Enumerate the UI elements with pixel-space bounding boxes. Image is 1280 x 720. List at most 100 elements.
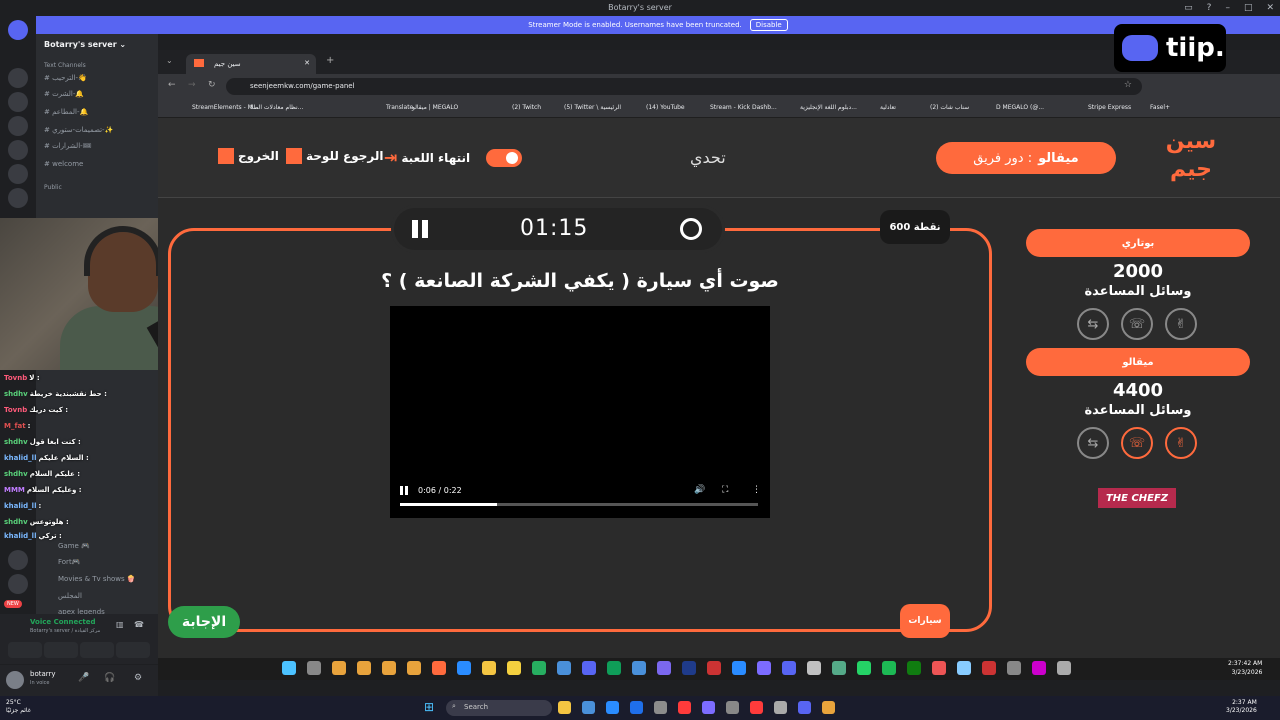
taskbar-app-icon[interactable] <box>382 661 396 675</box>
taskbar-app-icon[interactable] <box>757 661 771 675</box>
camera-button[interactable] <box>8 642 42 658</box>
pause-icon[interactable] <box>412 220 430 238</box>
bookmark-item[interactable]: Stream - Kick Dashb... <box>710 104 777 111</box>
taskbar-app-icon[interactable] <box>932 661 946 675</box>
taskbar-app-icon[interactable] <box>582 661 596 675</box>
close-button[interactable]: ✕ <box>1266 0 1274 16</box>
taskbar-app-icon[interactable] <box>832 661 846 675</box>
channel-item[interactable]: # المطاعم-🔔 <box>44 108 88 116</box>
public-label[interactable]: Public <box>44 184 62 191</box>
server-icon[interactable] <box>8 140 28 160</box>
taskbar-app-icon[interactable] <box>726 701 739 714</box>
channel-item[interactable]: # تصميمات-ستوري-✨ <box>44 126 113 134</box>
swap-icon[interactable]: ⇆ <box>1077 308 1109 340</box>
server-icon[interactable] <box>8 550 28 570</box>
taskbar-app-icon[interactable] <box>1032 661 1046 675</box>
bookmark-item[interactable]: (2) Twitch <box>512 104 541 111</box>
taskbar-app-icon[interactable] <box>432 661 446 675</box>
taskbar-app-icon[interactable] <box>1007 661 1021 675</box>
noise-suppression-icon[interactable]: ▥ <box>116 620 124 629</box>
taskbar-app-icon[interactable] <box>457 661 471 675</box>
bookmark-item[interactable]: Translate <box>386 104 413 111</box>
voice-connected-label[interactable]: Voice Connected <box>30 618 96 626</box>
voice-channel-item[interactable]: Game 🎮 <box>58 542 90 550</box>
taskbar-app-icon[interactable] <box>557 661 571 675</box>
bookmark-item[interactable]: نظام معادلات الطلا... <box>250 104 303 111</box>
bookmark-item[interactable]: Fasel+ <box>1150 104 1170 111</box>
taskbar-app-icon[interactable] <box>558 701 571 714</box>
windows-start-icon[interactable]: ⊞ <box>424 700 438 714</box>
taskbar-app-icon[interactable] <box>907 661 921 675</box>
browser-tab[interactable]: سين جيم ✕ <box>186 54 316 74</box>
server-icon[interactable] <box>8 188 28 208</box>
answer-button[interactable]: الإجابة <box>168 606 240 638</box>
screen-share-button[interactable] <box>44 642 78 658</box>
deafen-icon[interactable]: 🎧 <box>104 673 115 683</box>
server-icon[interactable] <box>8 164 28 184</box>
taskbar-app-icon[interactable] <box>807 661 821 675</box>
bookmark-item[interactable]: (14) YouTube <box>646 104 685 111</box>
server-icon[interactable] <box>8 68 28 88</box>
taskbar-app-icon[interactable] <box>782 661 796 675</box>
bookmark-item[interactable]: دبلوم اللغة الإنجليزية... <box>800 104 857 111</box>
fullscreen-icon[interactable]: ⛶ <box>722 485 728 495</box>
taskbar-app-icon[interactable] <box>407 661 421 675</box>
taskbar-app-icon[interactable] <box>750 701 763 714</box>
swap-icon[interactable]: ⇆ <box>1077 427 1109 459</box>
bookmark-item[interactable]: (2) سناب شات <box>930 104 969 111</box>
bookmark-item[interactable]: (5) Twitter \ الرئيسية <box>564 104 621 111</box>
more-options-icon[interactable]: ⋮ <box>752 485 761 495</box>
channel-item[interactable]: # welcome <box>44 160 83 168</box>
taskbar-app-icon[interactable] <box>632 661 646 675</box>
bookmark-item[interactable]: ميقالو | MEGALO <box>412 104 458 111</box>
server-icon[interactable] <box>8 574 28 594</box>
exit-button[interactable]: الخروج <box>218 148 279 164</box>
bookmark-item[interactable]: D MEGALO (@... <box>996 104 1044 111</box>
weather-widget[interactable]: 25°C غائم جزئيًا <box>6 699 31 715</box>
bookmark-star-icon[interactable]: ☆ <box>1124 80 1132 90</box>
tab-search-icon[interactable]: ⌄ <box>166 56 173 65</box>
discord-home-icon[interactable] <box>8 20 28 40</box>
taskbar-app-icon[interactable] <box>332 661 346 675</box>
mute-icon[interactable]: 🎤 <box>78 673 89 683</box>
bookmark-item[interactable]: Stripe Express <box>1088 104 1131 111</box>
taskbar-app-icon[interactable] <box>798 701 811 714</box>
end-game-button[interactable]: ⇥ انتهاء اللعبة <box>384 148 470 167</box>
taskbar-app-icon[interactable] <box>630 701 643 714</box>
taskbar-app-icon[interactable] <box>607 661 621 675</box>
taskbar-app-icon[interactable] <box>682 661 696 675</box>
taskbar-app-icon[interactable] <box>982 661 996 675</box>
minimize-button[interactable]: – <box>1225 0 1230 16</box>
voice-channel-item[interactable]: المجلس <box>58 592 82 600</box>
phone-icon[interactable]: ☏ <box>1121 427 1153 459</box>
channel-item[interactable]: # الترحيب-👋 <box>44 74 87 82</box>
reset-timer-icon[interactable] <box>680 218 702 240</box>
voice-channel-item[interactable]: Fort🎮 <box>58 558 80 566</box>
game-toggle[interactable] <box>486 149 522 167</box>
taskbar-app-icon[interactable] <box>702 701 715 714</box>
taskbar-app-icon[interactable] <box>657 661 671 675</box>
taskbar-app-icon[interactable] <box>774 701 787 714</box>
taskbar-app-icon[interactable] <box>606 701 619 714</box>
video-pause-icon[interactable] <box>400 486 408 496</box>
new-tab-button[interactable]: + <box>326 55 334 66</box>
settings-gear-icon[interactable]: ⚙ <box>134 673 142 683</box>
voice-channel-item[interactable]: Movies & Tv shows 🍿 <box>58 575 136 583</box>
taskbar-app-icon[interactable] <box>654 701 667 714</box>
peace-hand-icon[interactable]: ✌ <box>1165 308 1197 340</box>
channel-item[interactable]: # الشرت-🔔 <box>44 90 84 98</box>
taskbar-app-icon[interactable] <box>1057 661 1071 675</box>
reload-icon[interactable]: ↻ <box>208 80 216 90</box>
taskbar-app-icon[interactable] <box>957 661 971 675</box>
taskbar-app-icon[interactable] <box>707 661 721 675</box>
taskbar-app-icon[interactable] <box>282 661 296 675</box>
taskbar-app-icon[interactable] <box>532 661 546 675</box>
tab-close-icon[interactable]: ✕ <box>304 59 310 67</box>
taskbar-app-icon[interactable] <box>732 661 746 675</box>
back-to-board-button[interactable]: الرجوع للوحة <box>286 148 383 164</box>
peace-hand-icon[interactable]: ✌ <box>1165 427 1197 459</box>
taskbar-app-icon[interactable] <box>582 701 595 714</box>
avatar[interactable] <box>6 671 24 689</box>
bookmark-item[interactable]: StreamElements - M... <box>192 104 259 111</box>
system-clock[interactable]: 2:37 AM 3/23/2026 <box>1226 699 1257 715</box>
